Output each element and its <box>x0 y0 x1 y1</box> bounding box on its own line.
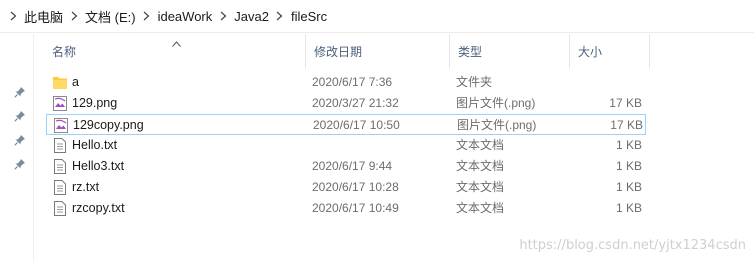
column-header-date[interactable]: 修改日期 <box>306 34 450 68</box>
file-name: rzcopy.txt <box>72 201 125 215</box>
file-row-hello3-txt[interactable]: Hello3.txt 2020/6/17 9:44 文本文档 1 KB <box>46 156 646 177</box>
file-row-hello-txt[interactable]: Hello.txt 文本文档 1 KB <box>46 135 646 156</box>
file-type: 图片文件(.png) <box>457 118 537 132</box>
file-row-129copy-png[interactable]: 129copy.png 2020/6/17 10:50 图片文件(.png) 1… <box>46 114 646 135</box>
breadcrumb-item[interactable]: 文档 (E:) <box>81 7 140 26</box>
column-header: 名称 修改日期 类型 大小 <box>34 34 754 68</box>
pin-icon[interactable] <box>14 158 26 170</box>
file-type: 文本文档 <box>456 201 505 215</box>
file-size: 1 KB <box>615 159 642 173</box>
file-date: 2020/6/17 9:44 <box>312 159 393 173</box>
text-file-icon <box>52 179 68 196</box>
watermark-text: https://blog.csdn.net/yjtx1234csdn <box>519 238 746 253</box>
chevron-right-icon[interactable] <box>140 0 154 33</box>
file-name: Hello3.txt <box>72 159 125 173</box>
chevron-right-icon[interactable] <box>67 0 81 33</box>
file-type: 文件夹 <box>456 75 493 89</box>
chevron-right-icon[interactable] <box>216 0 230 33</box>
breadcrumb-item[interactable]: 此电脑 <box>20 7 67 26</box>
file-date: 2020/6/17 7:36 <box>312 75 393 89</box>
pin-icon[interactable] <box>14 110 26 122</box>
file-name: a <box>72 75 79 89</box>
file-row-rz-txt[interactable]: rz.txt 2020/6/17 10:28 文本文档 1 KB <box>46 177 646 198</box>
file-type: 文本文档 <box>456 180 505 194</box>
file-row-rzcopy-txt[interactable]: rzcopy.txt 2020/6/17 10:49 文本文档 1 KB <box>46 198 646 219</box>
file-type: 文本文档 <box>456 159 505 173</box>
file-size: 1 KB <box>615 138 642 152</box>
file-size <box>558 72 642 93</box>
pin-icon[interactable] <box>14 86 26 98</box>
image-file-icon <box>52 95 68 112</box>
file-size: 1 KB <box>615 201 642 215</box>
text-file-icon <box>52 137 68 154</box>
navigation-pane <box>0 34 34 261</box>
text-file-icon <box>52 200 68 217</box>
text-file-icon <box>52 158 68 175</box>
file-date: 2020/6/17 10:28 <box>312 180 399 194</box>
folder-icon <box>52 74 68 91</box>
breadcrumb-item[interactable]: fileSrc <box>287 9 331 24</box>
file-name: Hello.txt <box>72 138 118 152</box>
file-date: 2020/3/27 21:32 <box>312 96 399 110</box>
file-size: 17 KB <box>610 118 643 132</box>
address-bar[interactable]: 此电脑 文档 (E:) ideaWork Java2 fileSrc <box>0 0 754 33</box>
file-type: 文本文档 <box>456 138 505 152</box>
file-row-a[interactable]: a 2020/6/17 7:36 文件夹 <box>46 72 646 93</box>
column-header-type[interactable]: 类型 <box>450 34 570 68</box>
file-type: 图片文件(.png) <box>456 96 536 110</box>
image-file-icon <box>53 117 69 134</box>
column-header-size[interactable]: 大小 <box>570 34 650 68</box>
file-row-129-png[interactable]: 129.png 2020/3/27 21:32 图片文件(.png) 17 KB <box>46 93 646 114</box>
file-date: 2020/6/17 10:49 <box>312 201 399 215</box>
chevron-right-icon[interactable] <box>6 0 20 33</box>
file-name: 129.png <box>72 96 118 110</box>
file-size: 1 KB <box>615 180 642 194</box>
file-name: rz.txt <box>72 180 100 194</box>
file-date: 2020/6/17 10:50 <box>313 118 400 132</box>
file-name: 129copy.png <box>73 118 144 132</box>
breadcrumb-item[interactable]: ideaWork <box>154 9 217 24</box>
pin-icon[interactable] <box>14 134 26 146</box>
file-size: 17 KB <box>609 96 642 110</box>
column-header-name[interactable]: 名称 <box>44 34 306 68</box>
breadcrumb-item[interactable]: Java2 <box>230 9 273 24</box>
pane-divider[interactable] <box>33 34 34 261</box>
chevron-right-icon[interactable] <box>273 0 287 33</box>
